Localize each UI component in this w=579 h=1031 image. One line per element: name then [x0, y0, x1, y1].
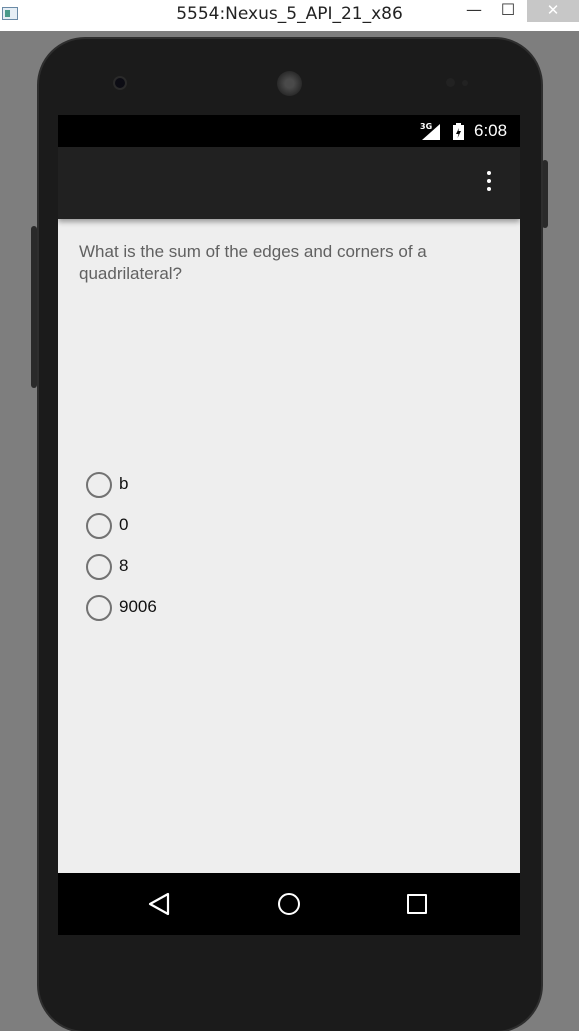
- radio-button[interactable]: [86, 513, 112, 539]
- question-text: What is the sum of the edges and corners…: [79, 242, 427, 283]
- answer-option[interactable]: b: [86, 470, 286, 500]
- radio-button[interactable]: [86, 554, 112, 580]
- maximize-button[interactable]: ☐: [494, 0, 522, 22]
- answer-option[interactable]: 9006: [86, 593, 286, 623]
- proximity-sensor: [446, 78, 455, 87]
- minimize-button[interactable]: —: [458, 0, 490, 22]
- close-button[interactable]: ✕: [527, 0, 579, 22]
- answer-option[interactable]: 0: [86, 511, 286, 541]
- window-title: 5554:Nexus_5_API_21_x86: [176, 4, 403, 24]
- app-bar: [58, 147, 520, 219]
- status-bar: 3G 6:08: [58, 115, 520, 147]
- answer-option[interactable]: 8: [86, 552, 286, 582]
- clock: 6:08: [474, 121, 508, 140]
- radio-button[interactable]: [86, 595, 112, 621]
- navigation-bar: [58, 873, 520, 935]
- back-icon[interactable]: [148, 892, 170, 916]
- signal-icon: [422, 124, 440, 140]
- answer-label: 9006: [119, 597, 157, 616]
- answer-label: 8: [119, 556, 129, 575]
- recents-icon[interactable]: [407, 894, 427, 914]
- radio-button[interactable]: [86, 472, 112, 498]
- emulator-title-bar: 5554:Nexus_5_API_21_x86 — ☐ ✕: [0, 0, 579, 31]
- battery-icon: [453, 123, 464, 140]
- front-camera: [113, 76, 127, 90]
- light-sensor: [462, 80, 468, 86]
- home-icon[interactable]: [278, 893, 300, 915]
- earpiece-speaker: [277, 71, 302, 96]
- device-screen: 3G 6:08 What is the sum of the edges and…: [58, 115, 520, 935]
- answer-label: 0: [119, 515, 129, 534]
- answer-label: b: [119, 474, 129, 493]
- more-vert-icon[interactable]: [478, 169, 500, 197]
